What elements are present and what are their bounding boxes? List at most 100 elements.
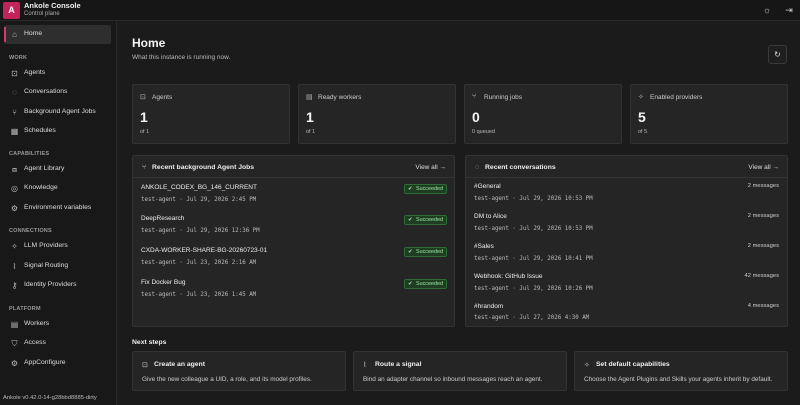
- branch-icon: ⑂: [472, 93, 477, 100]
- conversation-name: Webhook: GitHub Issue: [474, 273, 543, 280]
- sidebar-item-agents[interactable]: ⊡ Agents: [4, 64, 111, 83]
- sidebar-item-label: Background Agent Jobs: [24, 108, 96, 115]
- stat-card-agents[interactable]: ⊡ Agents 1 of 1: [132, 84, 290, 144]
- status-badge: ✔ Succeeded: [404, 247, 447, 257]
- message-count: 2 messages: [747, 213, 779, 219]
- signal-icon: ⌇: [12, 262, 17, 271]
- section-work: WORK: [9, 55, 28, 61]
- sidebar: ⌂ Home WORK ⊡ Agents ◌ Conversations ⑂ B…: [0, 21, 117, 405]
- sidebar-item-llm-providers[interactable]: ✧ LLM Providers: [4, 237, 111, 256]
- job-meta: test-agent · Jul 29, 2026 12:36 PM: [141, 228, 260, 234]
- divider: [466, 177, 787, 178]
- sidebar-item-appconfigure[interactable]: ⚙ AppConfigure: [4, 354, 111, 373]
- recent-conversations-panel: ◌ Recent conversations View all → #Gener…: [465, 155, 788, 327]
- knowledge-icon: ◎: [11, 184, 18, 193]
- logout-icon[interactable]: ⇥: [783, 4, 795, 16]
- step-title: Create an agent: [154, 361, 205, 368]
- sidebar-item-conversations[interactable]: ◌ Conversations: [4, 83, 111, 102]
- robot-icon: ⊡: [140, 94, 146, 101]
- sidebar-item-knowledge[interactable]: ◎ Knowledge: [4, 179, 111, 198]
- sidebar-item-label: Schedules: [24, 127, 56, 134]
- next-steps-title: Next steps: [132, 339, 167, 346]
- stat-card-running-jobs[interactable]: ⑂ Running jobs 0 0 queued: [464, 84, 622, 144]
- stat-label: Ready workers: [318, 94, 362, 101]
- sidebar-item-label: Identity Providers: [24, 281, 77, 288]
- message-count: 4 messages: [747, 303, 779, 309]
- stat-label: Running jobs: [484, 94, 522, 101]
- stat-label: Enabled providers: [650, 94, 703, 101]
- theme-toggle-icon[interactable]: ☼: [761, 4, 773, 16]
- app-logo[interactable]: A: [3, 2, 20, 19]
- sidebar-item-access[interactable]: ⛉ Access: [4, 334, 111, 353]
- recent-jobs-panel: ⑂ Recent background Agent Jobs View all …: [132, 155, 455, 327]
- sidebar-item-signal-routing[interactable]: ⌇ Signal Routing: [4, 257, 111, 276]
- step-title: Set default capabilities: [596, 361, 670, 368]
- sidebar-item-label: Workers: [24, 320, 50, 327]
- step-description: Give the new colleague a UID, a role, an…: [142, 376, 312, 383]
- sidebar-item-background-jobs[interactable]: ⑂ Background Agent Jobs: [4, 103, 111, 122]
- branch-icon: ⑂: [12, 108, 17, 117]
- sidebar-item-agent-library[interactable]: ⧈ Agent Library: [4, 160, 111, 179]
- conversation-meta: test-agent · Jul 29, 2026 10:53 PM: [474, 226, 593, 232]
- stat-label: Agents: [152, 94, 173, 101]
- job-name: Fix Docker Bug: [141, 279, 186, 286]
- job-meta: test-agent · Jul 23, 2026 1:45 AM: [141, 292, 257, 298]
- stat-subtext: 0 queued: [472, 129, 495, 135]
- stat-value: 5: [638, 109, 646, 125]
- stat-subtext: of 5: [638, 129, 648, 135]
- refresh-button[interactable]: ↻: [768, 45, 787, 64]
- sparkle-icon: ✧: [11, 242, 18, 251]
- conversation-meta: test-agent · Jul 29, 2026 10:41 PM: [474, 256, 593, 262]
- top-bar: A Ankole Console Control plane ☼ ⇥: [0, 0, 800, 21]
- check-icon: ✔: [408, 249, 413, 255]
- page-subtitle: What this instance is running now.: [132, 54, 231, 61]
- library-icon: ⧈: [11, 165, 18, 174]
- app-subtitle: Control plane: [24, 11, 60, 17]
- job-name: ANKOLE_CODEX_BG_146_CURRENT: [141, 184, 257, 191]
- sidebar-item-label: Conversations: [24, 88, 68, 95]
- conversation-name: #Sales: [474, 243, 494, 250]
- sidebar-item-label: Home: [24, 30, 43, 37]
- section-platform: PLATFORM: [9, 306, 41, 312]
- step-description: Bind an adapter channel so inbound messa…: [363, 376, 543, 383]
- step-description: Choose the Agent Plugins and Skills your…: [584, 376, 773, 383]
- panel-title: Recent background Agent Jobs: [152, 164, 255, 171]
- job-name: CXDA-WORKER-SHARE-BG-20260723-01: [141, 247, 268, 254]
- set-default-capabilities-card[interactable]: ✧ Set default capabilities Choose the Ag…: [574, 351, 788, 391]
- message-count: 2 messages: [747, 243, 779, 249]
- key-icon: ⚷: [11, 281, 18, 290]
- create-agent-card[interactable]: ⊡ Create an agent Give the new colleague…: [132, 351, 346, 391]
- sidebar-item-environment-variables[interactable]: ⚙ Environment variables: [4, 199, 111, 218]
- check-icon: ✔: [408, 281, 413, 287]
- check-icon: ✔: [408, 217, 413, 223]
- shield-icon: ⛉: [11, 339, 18, 348]
- status-badge: ✔ Succeeded: [404, 215, 447, 225]
- conversation-meta: test-agent · Jul 29, 2026 10:26 PM: [474, 286, 593, 292]
- sidebar-item-home[interactable]: ⌂ Home: [4, 25, 111, 44]
- conversation-meta: test-agent · Jul 29, 2026 10:53 PM: [474, 196, 593, 202]
- stat-card-ready-workers[interactable]: ▤ Ready workers 1 of 1: [298, 84, 456, 144]
- section-connections: CONNECTIONS: [9, 228, 52, 234]
- check-icon: ✔: [408, 186, 413, 192]
- view-all-conversations-link[interactable]: View all →: [748, 164, 779, 171]
- robot-icon: ⊡: [11, 69, 18, 78]
- calendar-icon: ▦: [10, 127, 19, 136]
- route-signal-card[interactable]: ⌇ Route a signal Bind an adapter channel…: [353, 351, 567, 391]
- message-count: 2 messages: [747, 183, 779, 189]
- sparkle-icon: ✧: [638, 94, 644, 101]
- divider: [133, 177, 454, 178]
- sidebar-item-label: Environment variables: [24, 204, 92, 211]
- view-all-jobs-link[interactable]: View all →: [415, 164, 446, 171]
- stat-subtext: of 1: [306, 129, 316, 135]
- sidebar-item-schedules[interactable]: ▦ Schedules: [4, 122, 111, 141]
- server-icon: ▤: [306, 94, 313, 101]
- page-title: Home: [132, 36, 166, 50]
- conversation-name: #hrandom: [474, 303, 504, 310]
- step-title: Route a signal: [375, 361, 422, 368]
- sidebar-item-identity-providers[interactable]: ⚷ Identity Providers: [4, 276, 111, 295]
- job-name: DeepResearch: [141, 215, 185, 222]
- stat-card-enabled-providers[interactable]: ✧ Enabled providers 5 of 5: [630, 84, 788, 144]
- signal-icon: ⌇: [363, 362, 367, 369]
- sidebar-item-workers[interactable]: ▤ Workers: [4, 315, 111, 334]
- server-icon: ▤: [10, 320, 19, 329]
